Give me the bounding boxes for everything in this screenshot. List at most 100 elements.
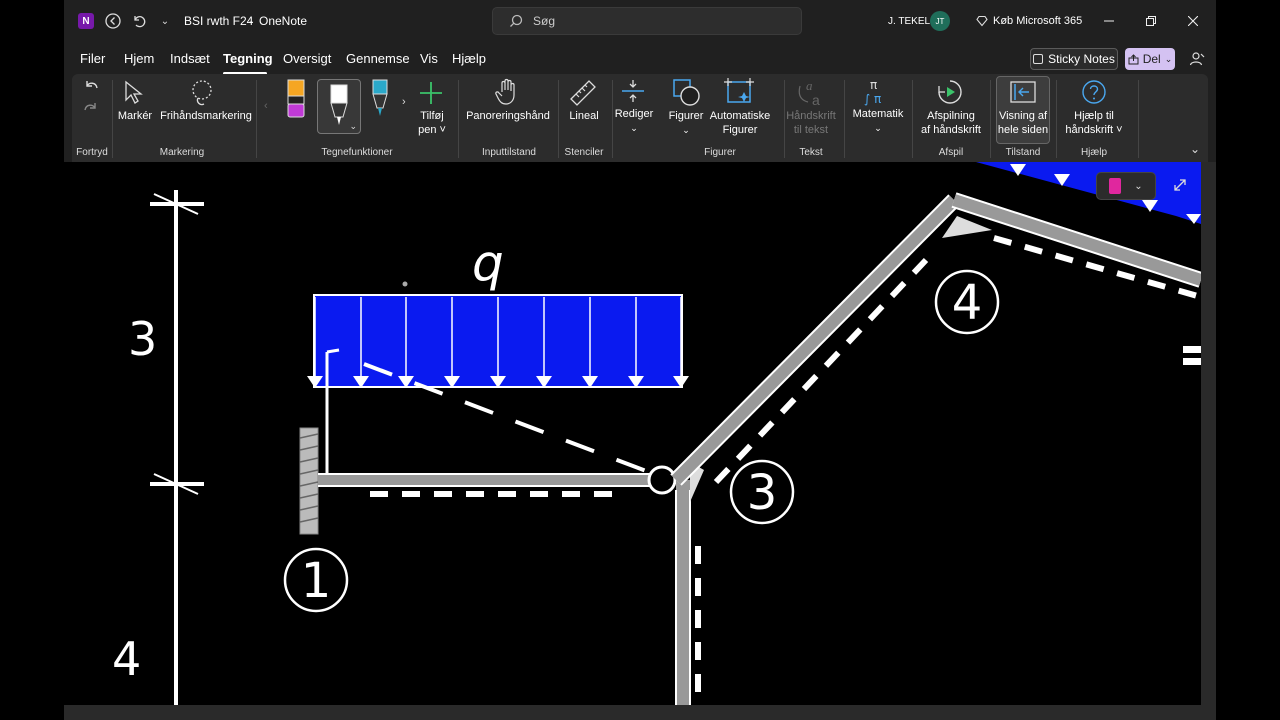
replay-icon[interactable] [936, 78, 964, 111]
restore-button[interactable] [1128, 0, 1174, 42]
auto-shapes-button[interactable]: Automatiske [702, 109, 778, 123]
pens-scroll-right-icon[interactable]: › [402, 96, 406, 108]
ink-to-text-button: Håndskrift [786, 110, 836, 122]
back-icon[interactable] [104, 12, 122, 30]
select-arrow-icon[interactable] [122, 80, 146, 111]
shapes-chevron-icon[interactable]: ⌄ [666, 123, 706, 137]
full-page-view-icon[interactable] [1009, 80, 1037, 109]
help-question-icon[interactable] [1080, 78, 1108, 111]
expand-icon[interactable] [1170, 175, 1190, 195]
auto-shapes-icon[interactable] [724, 76, 756, 113]
pan-hand-button[interactable]: Panoreringshånd [464, 109, 552, 123]
beam-1 [318, 473, 658, 497]
ribbon-collapse-chevron-icon[interactable]: ⌄ [1190, 142, 1200, 156]
menu-hjaelp[interactable]: Hjælp [452, 51, 486, 66]
ribbon-separator [784, 80, 785, 158]
diamond-icon [976, 15, 988, 27]
page-canvas[interactable]: 3 4 q 1 3 4 [64, 162, 1204, 705]
horizontal-scrollbar[interactable] [64, 705, 1216, 720]
notebook-switcher[interactable]: ⌄ [1096, 172, 1156, 200]
ink-help-button[interactable]: Hjælp til [1056, 109, 1132, 123]
search-placeholder: Søg [533, 14, 556, 28]
distributed-load [307, 294, 689, 388]
full-page-view-button[interactable]: Visning af [996, 109, 1050, 123]
onenote-window: N ⌄ BSI rwth F24 - OneNote Søg J. TEKEL … [64, 0, 1216, 720]
math-pi-icon[interactable]: π ∫ π [862, 76, 892, 111]
svg-text:1: 1 [301, 553, 332, 609]
undo-icon[interactable] [82, 78, 100, 101]
ink-help-button-2[interactable]: håndskrift ˅ [1056, 123, 1132, 137]
pen-teal-icon[interactable] [370, 78, 390, 127]
menu-indsaet[interactable]: Indsæt [170, 51, 210, 66]
node-label-1: 1 [283, 547, 349, 613]
menu-gennemse[interactable]: Gennemse [346, 51, 410, 66]
load-label-q: q [472, 234, 504, 292]
math-chevron-icon[interactable]: ⌄ [848, 121, 908, 135]
group-label-select: Markering [159, 147, 205, 158]
ribbon-separator [558, 80, 559, 158]
search-icon [510, 14, 523, 27]
svg-text:∫: ∫ [864, 92, 870, 106]
pen-white-selected[interactable]: ⌄ [317, 79, 361, 134]
add-pen-label-2[interactable]: pen ˅ [414, 123, 450, 137]
dimension-label-lower: 4 [112, 632, 141, 686]
share-icon [1128, 53, 1139, 64]
search-box[interactable]: Søg [492, 7, 802, 35]
ink-to-text-button-2: til tekst [793, 124, 829, 136]
edit-insert-space-icon[interactable] [620, 78, 646, 109]
shapes-button[interactable]: Figurer [666, 109, 706, 123]
stray-dot [402, 281, 408, 287]
hinge [647, 465, 677, 495]
pen-options-chevron-icon[interactable]: ⌄ [349, 121, 357, 132]
ribbon-separator [1138, 80, 1139, 158]
ribbon-separator [256, 80, 257, 158]
replay-ink-button[interactable]: Afspilning [916, 109, 986, 123]
pens-scroll-left-icon[interactable]: ‹ [264, 100, 268, 112]
hand-icon[interactable] [494, 78, 520, 111]
people-icon[interactable] [1186, 48, 1208, 70]
svg-text:π: π [870, 78, 877, 92]
math-button[interactable]: Matematik [848, 107, 908, 121]
customize-chevron-icon[interactable]: ⌄ [156, 12, 174, 30]
buy-microsoft-365-link[interactable]: Køb Microsoft 365 [976, 0, 1082, 42]
group-label-tools: Tegnefunktioner [321, 147, 393, 158]
menu-tegning[interactable]: Tegning [223, 51, 273, 66]
undo-icon[interactable] [130, 12, 148, 30]
vertical-scrollbar[interactable] [1201, 162, 1216, 705]
full-page-view-button-2[interactable]: hele siden [996, 123, 1050, 137]
lasso-icon[interactable] [188, 78, 218, 113]
chevron-down-icon: ⌄ [1134, 180, 1143, 192]
onenote-logo-icon: N [78, 13, 94, 29]
auto-shapes-button-2[interactable]: Figurer [702, 123, 778, 137]
menu-hjem[interactable]: Hjem [124, 51, 154, 66]
user-name[interactable]: J. TEKEL [888, 0, 930, 42]
edit-button[interactable]: Rediger [614, 107, 654, 121]
group-label-stencils: Stenciler [564, 147, 604, 158]
dimension-label-upper: 3 [128, 312, 157, 366]
ribbon-separator [844, 80, 845, 158]
redo-icon[interactable] [82, 100, 100, 123]
sticky-notes-button[interactable]: Sticky Notes [1030, 48, 1118, 70]
ruler-icon[interactable] [568, 78, 598, 113]
menu-oversigt[interactable]: Oversigt [283, 51, 331, 66]
shapes-icon[interactable] [672, 78, 702, 113]
app-name: OneNote [259, 14, 308, 28]
title-separator: - [249, 14, 253, 28]
add-pen-label[interactable]: Tilføj [414, 109, 450, 123]
replay-ink-button-2[interactable]: af håndskrift [916, 123, 986, 137]
minimize-button[interactable] [1086, 0, 1132, 42]
edit-chevron-icon[interactable]: ⌄ [614, 121, 654, 135]
lasso-select-button[interactable]: Frihåndsmarkering [154, 109, 258, 123]
svg-text:a: a [812, 92, 820, 108]
pen-orange-icon[interactable] [286, 78, 306, 125]
column-3 [675, 462, 704, 705]
inclined-member-4 [670, 192, 1204, 486]
ruler-button[interactable]: Lineal [562, 109, 606, 123]
avatar[interactable]: JT [930, 11, 950, 31]
menu-filer[interactable]: Filer [80, 51, 105, 66]
share-button[interactable]: Del ⌄ [1125, 48, 1175, 70]
add-pen-plus-icon[interactable] [418, 80, 444, 111]
close-button[interactable] [1170, 0, 1216, 42]
menu-vis[interactable]: Vis [420, 51, 438, 66]
select-button[interactable]: Markér [110, 109, 160, 123]
